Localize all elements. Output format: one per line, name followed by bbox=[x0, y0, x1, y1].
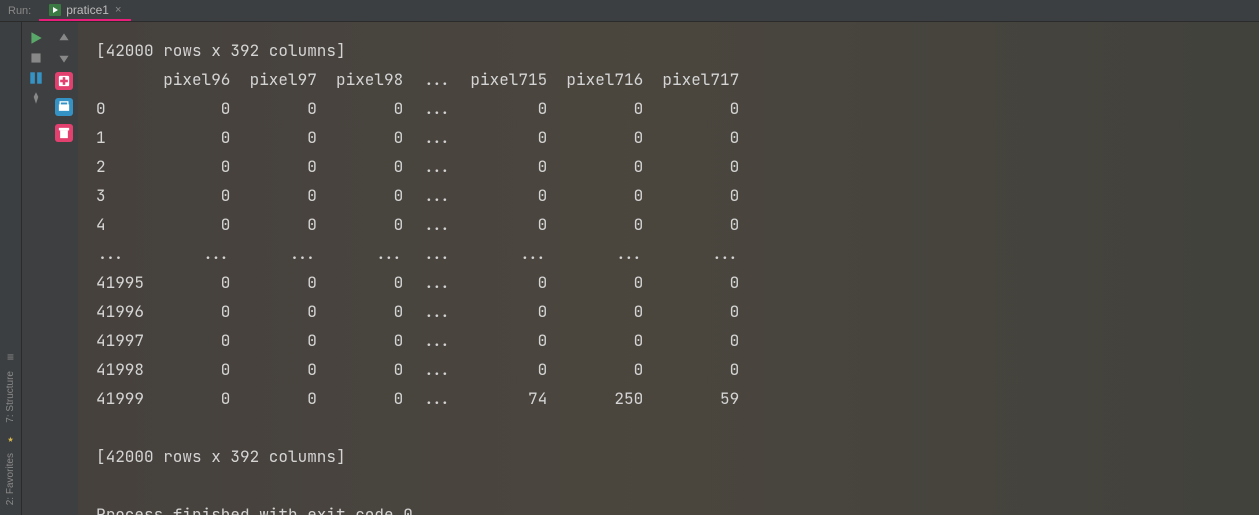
down-arrow-icon[interactable] bbox=[56, 51, 72, 65]
tab-label: pratice1 bbox=[66, 3, 109, 17]
left-sidebar: 7: Structure 2: Favorites bbox=[0, 22, 22, 515]
run-tab[interactable]: pratice1 × bbox=[39, 0, 131, 21]
top-bar: Run: pratice1 × bbox=[0, 0, 1259, 22]
output-row: 0 0 0 0 ... 0 0 0 bbox=[96, 98, 739, 119]
console-output[interactable]: [42000 rows x 392 columns] pixel96 pixel… bbox=[78, 22, 1259, 515]
output-row: 41998 0 0 0 ... 0 0 0 bbox=[96, 359, 739, 380]
python-file-icon bbox=[49, 4, 61, 16]
output-row: 4 0 0 0 ... 0 0 0 bbox=[96, 214, 739, 235]
output-row: 2 0 0 0 ... 0 0 0 bbox=[96, 156, 739, 177]
output-row: 41997 0 0 0 ... 0 0 0 bbox=[96, 330, 739, 351]
favorites-tool-label[interactable]: 2: Favorites bbox=[5, 453, 16, 505]
pin-icon[interactable] bbox=[28, 91, 44, 105]
output-row: 3 0 0 0 ... 0 0 0 bbox=[96, 185, 739, 206]
print-icon[interactable] bbox=[55, 98, 73, 116]
output-shape-1: [42000 rows x 392 columns] bbox=[96, 40, 346, 61]
up-arrow-icon[interactable] bbox=[56, 31, 72, 45]
structure-icon[interactable] bbox=[4, 351, 18, 365]
rerun-icon[interactable] bbox=[28, 31, 44, 45]
output-row: 41996 0 0 0 ... 0 0 0 bbox=[96, 301, 739, 322]
output-shape-2: [42000 rows x 392 columns] bbox=[96, 446, 346, 467]
trash-icon[interactable] bbox=[55, 124, 73, 142]
output-row: 41995 0 0 0 ... 0 0 0 bbox=[96, 272, 739, 293]
nav-gutter bbox=[50, 22, 78, 515]
output-row: 1 0 0 0 ... 0 0 0 bbox=[96, 127, 739, 148]
toggle-breakpoint-icon[interactable] bbox=[55, 72, 73, 90]
output-row: 41999 0 0 0 ... 74 250 59 bbox=[96, 388, 739, 409]
layout-icon[interactable] bbox=[28, 71, 44, 85]
exit-message: Process finished with exit code 0 bbox=[96, 504, 413, 515]
star-icon[interactable] bbox=[4, 433, 18, 447]
close-icon[interactable]: × bbox=[115, 4, 121, 16]
run-gutter bbox=[22, 22, 50, 515]
structure-tool-label[interactable]: 7: Structure bbox=[5, 371, 16, 423]
output-row: ... ... ... ... ... ... ... ... bbox=[96, 243, 739, 264]
run-label: Run: bbox=[0, 5, 39, 17]
output-header: pixel96 pixel97 pixel98 ... pixel715 pix… bbox=[96, 69, 739, 90]
stop-icon[interactable] bbox=[28, 51, 44, 65]
